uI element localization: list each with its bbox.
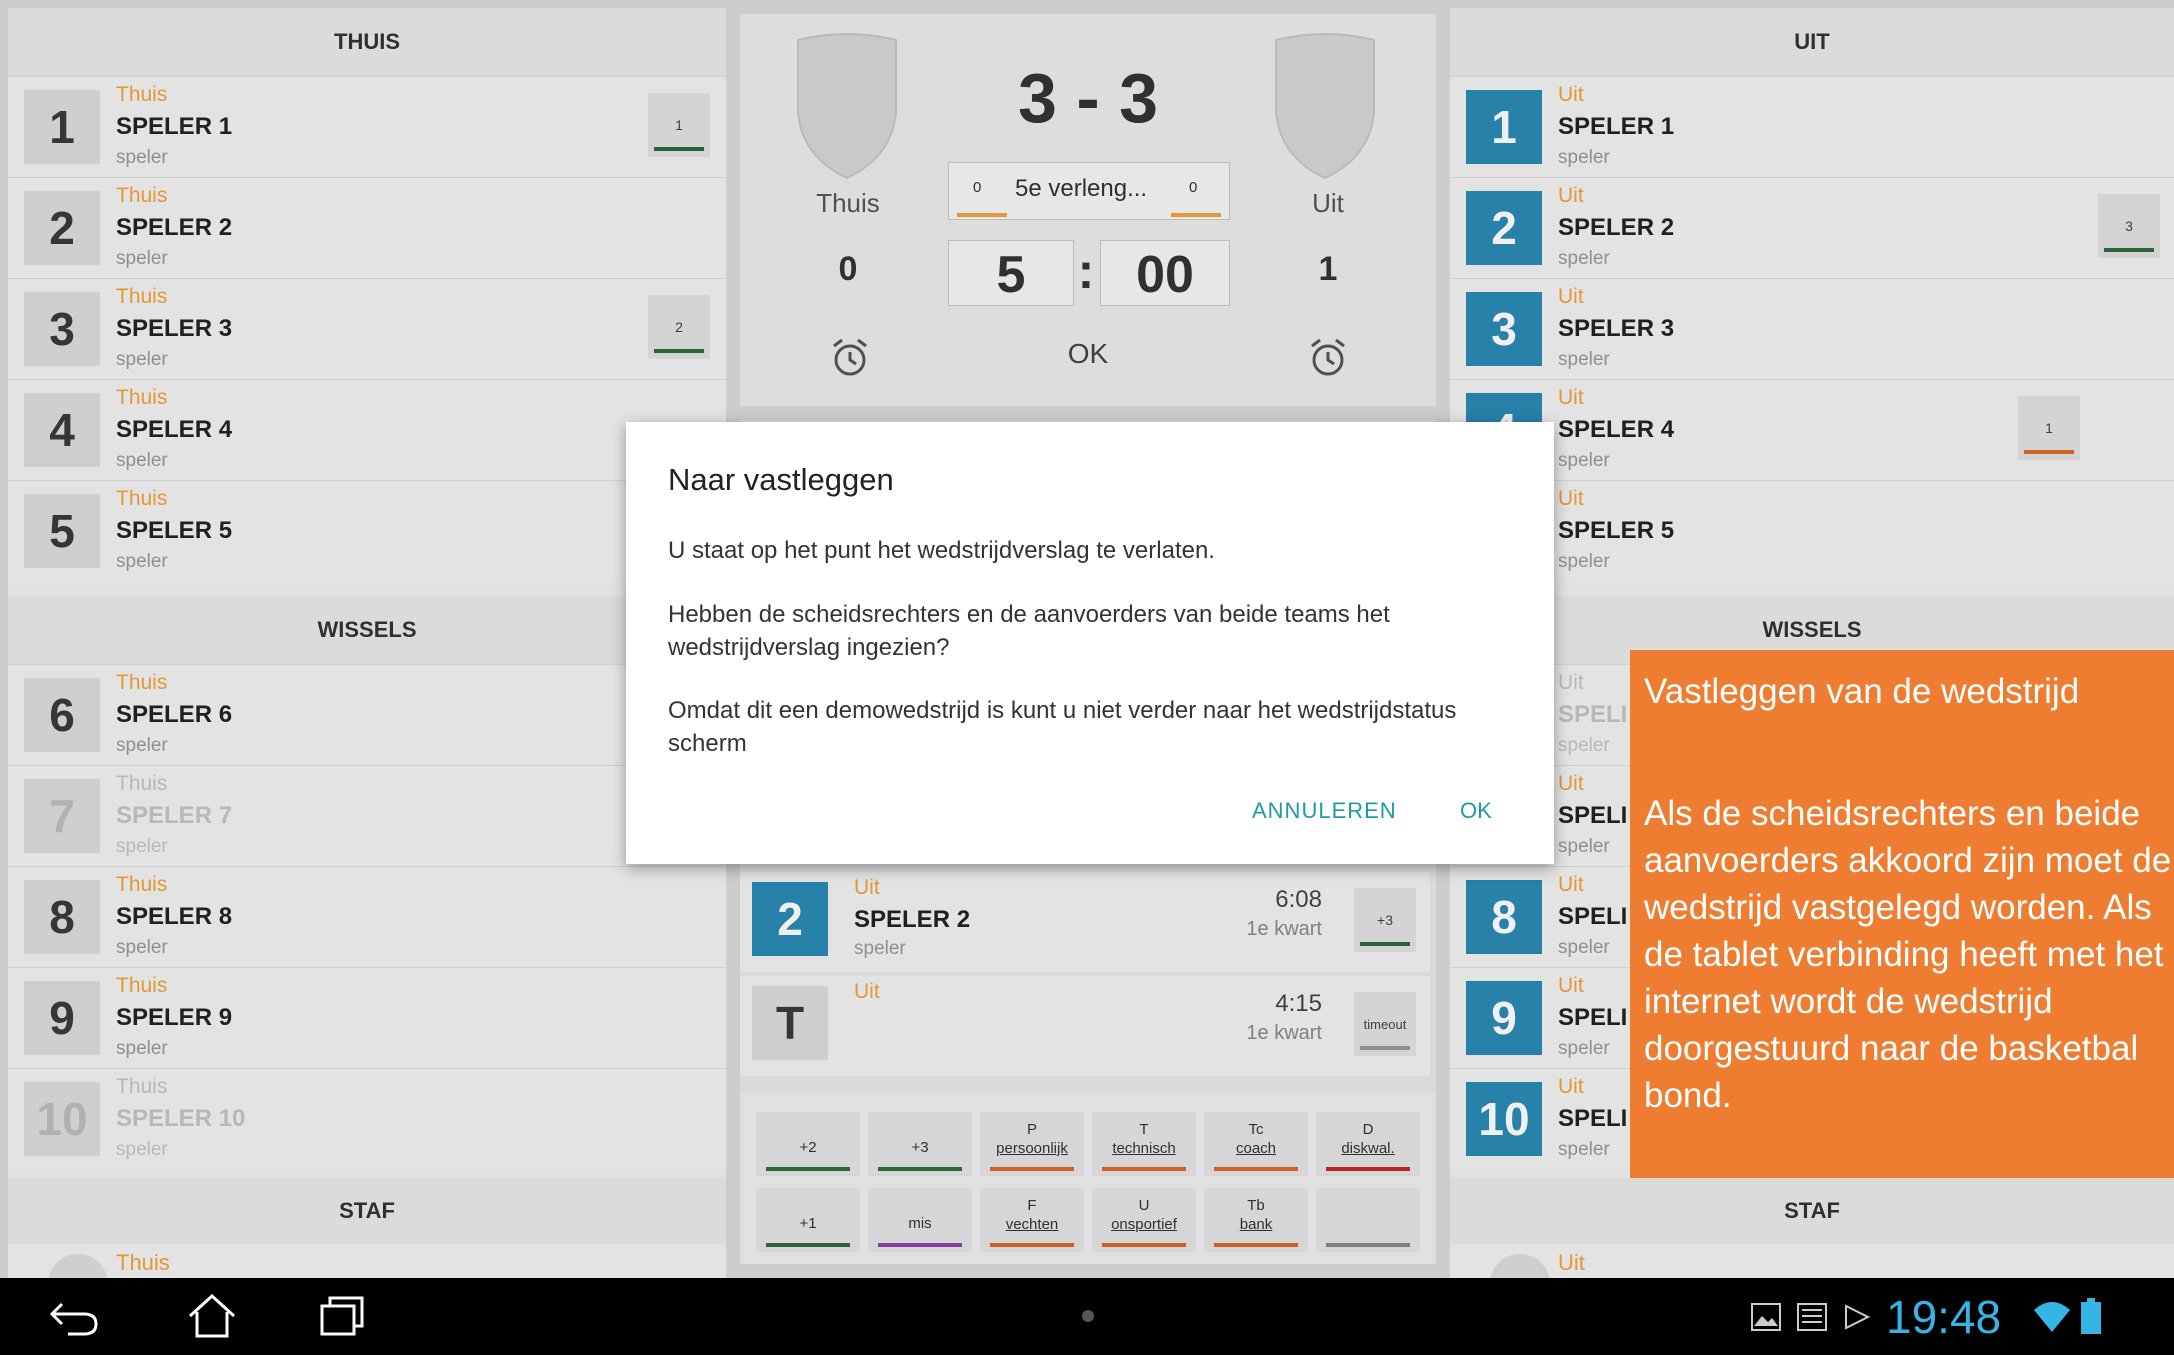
- dialog-message-3: Omdat dit een demowedstrijd is kunt u ni…: [668, 697, 1457, 757]
- center-dot-icon: [1082, 1310, 1094, 1322]
- wifi-icon: [2034, 1302, 2070, 1332]
- ok-button[interactable]: OK: [1460, 798, 1492, 824]
- dialog-message-1: U staat op het punt het wedstrijdverslag…: [668, 537, 1215, 564]
- recent-apps-icon[interactable]: [318, 1294, 368, 1338]
- app-screen: THUIS 1 Thuis SPELER 1 speler 1 2 Thuis SPELER …: [0, 0, 2174, 1278]
- play-notification-icon: [1845, 1304, 1871, 1330]
- dialog-title: Naar vastleggen: [668, 462, 894, 497]
- gallery-notification-icon: [1751, 1303, 1781, 1331]
- confirm-dialog: Naar vastleggen U staat op het punt het …: [626, 422, 1554, 864]
- home-icon[interactable]: [186, 1292, 238, 1340]
- battery-icon: [2081, 1298, 2101, 1334]
- callout-body: Als de scheidsrechters en beide aanvoerd…: [1644, 794, 2172, 1115]
- callout-title: Vastleggen van de wedstrijd: [1644, 672, 2080, 711]
- dialog-message-2: Hebben de scheidsrechters en de aanvoerd…: [668, 601, 1390, 661]
- back-icon[interactable]: [48, 1296, 102, 1338]
- instruction-callout: Vastleggen van de wedstrijd Als de schei…: [1630, 650, 2174, 1178]
- system-navigation-bar: 19:48: [0, 1278, 2174, 1355]
- cancel-button[interactable]: ANNULEREN: [1252, 798, 1397, 824]
- keyboard-notification-icon: [1797, 1303, 1827, 1331]
- clock-time: 19:48: [1886, 1291, 2002, 1343]
